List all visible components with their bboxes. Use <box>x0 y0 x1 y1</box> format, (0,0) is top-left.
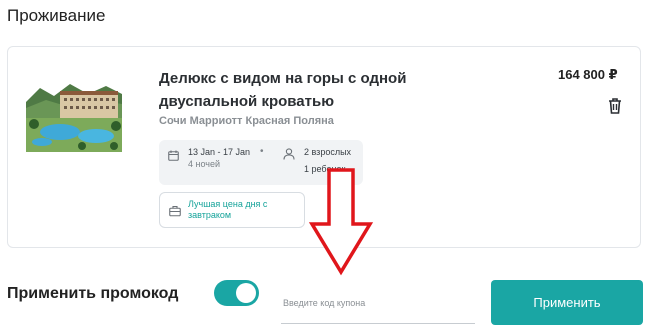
offer-badge: Лучшая цена дня с завтраком <box>159 192 305 228</box>
trash-icon[interactable] <box>607 97 623 115</box>
offer-text: Лучшая цена дня с завтраком <box>188 199 268 220</box>
hotel-photo <box>26 80 122 152</box>
section-title: Проживание <box>7 6 106 25</box>
calendar-icon <box>168 148 179 161</box>
hotel-name: Сочи Марриотт Красная Поляна <box>159 115 334 127</box>
room-title[interactable]: Делюкс с видом на горы с одной двуспальн… <box>159 67 499 113</box>
coupon-input[interactable] <box>281 276 475 324</box>
arrow-down-icon <box>308 168 374 276</box>
promo-toggle[interactable] <box>214 280 259 306</box>
toggle-knob <box>236 283 256 303</box>
nights-count: 4 ночей <box>188 159 221 169</box>
separator-dot: • <box>260 146 264 157</box>
promo-label: Применить промокод <box>7 285 179 302</box>
briefcase-icon <box>169 204 181 217</box>
price: 164 800 ₽ <box>558 67 618 82</box>
apply-button[interactable]: Применить <box>491 280 643 325</box>
person-icon <box>283 147 295 160</box>
adults-count: 2 взрослых <box>304 147 352 157</box>
stay-dates: 13 Jan - 17 Jan <box>188 147 251 157</box>
